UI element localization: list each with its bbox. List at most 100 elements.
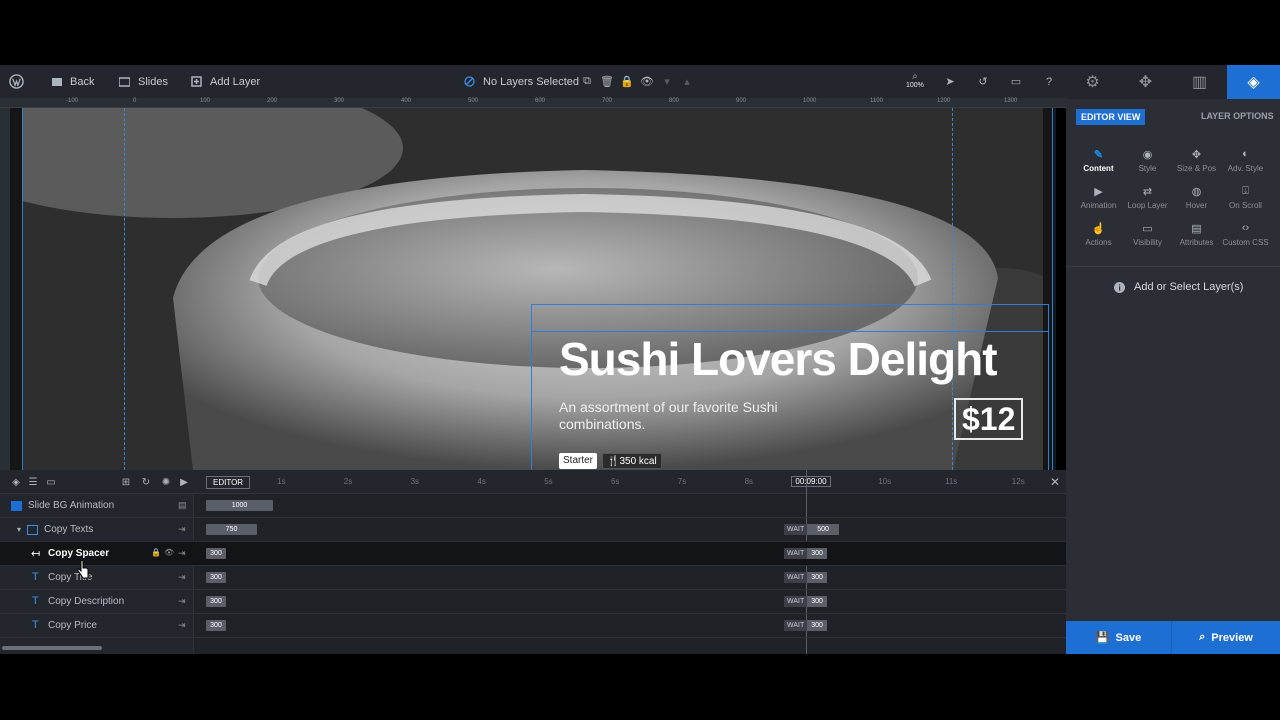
row-name: Slide BG Animation (28, 500, 115, 511)
desktop-icon[interactable]: ▭ (1007, 65, 1025, 98)
option-style[interactable]: ◉ Style (1121, 148, 1174, 184)
start-bar[interactable]: 300 (206, 572, 226, 583)
option-hover[interactable]: ◍ Hover (1170, 185, 1223, 221)
back-button[interactable]: Back (52, 65, 94, 98)
slides-icon: ▥ (1191, 74, 1208, 91)
back-label: Back (70, 75, 95, 88)
timeline-row[interactable]: T Copy Title ⇥ 300 WAIT 300 (0, 566, 1066, 590)
editor-view-badge[interactable]: EDITOR VIEW (1076, 109, 1146, 125)
duplicate-icon[interactable]: ⧉ (578, 65, 596, 98)
arrow-down-icon[interactable]: ▾ (658, 65, 676, 98)
align-icon[interactable]: ⇥ (178, 524, 186, 535)
option-loop-layer[interactable]: ⇄ Loop Layer (1121, 185, 1174, 221)
lock-icon[interactable]: 🔒 (618, 65, 636, 98)
sidebar-tabs: ⚙ ✥ ▥ ◈ (1066, 65, 1280, 99)
align-icon[interactable]: ⇥ (178, 572, 186, 583)
timeline-row[interactable]: ↤ Copy Spacer 🔒 👁 ⇥ 300 WAIT 300 (0, 542, 1066, 566)
wait-bar[interactable]: WAIT 300 (784, 596, 827, 607)
timeline-row[interactable]: ▾ Copy Texts ⇥ 750 WAIT 500 (0, 518, 1066, 542)
search-icon: ⌕ (912, 71, 918, 82)
save-button[interactable]: 💾 Save (1066, 621, 1172, 654)
ruler-tick-label: -100 (66, 98, 79, 104)
zoom-level: 100% (906, 82, 924, 89)
collapse-icon[interactable]: ▾ (17, 525, 21, 534)
folder-icon[interactable]: ▭ (42, 470, 60, 494)
wait-bar[interactable]: WAIT 500 (784, 524, 839, 535)
align-icon[interactable]: ⇥ (178, 620, 186, 631)
tag-starter[interactable]: Starter (559, 453, 598, 469)
ruler-tick-label: 400 (401, 98, 412, 104)
timeline-row[interactable]: Slide BG Animation ▤ 1000 (0, 494, 1066, 518)
slides-button[interactable]: Slides (119, 65, 168, 98)
slide-settings-icon[interactable]: ▤ (178, 500, 187, 511)
start-bar[interactable]: 1000 (206, 500, 273, 511)
align-icon[interactable]: ⇥ (178, 596, 186, 607)
slide-title[interactable]: Sushi Lovers Delight (559, 332, 998, 386)
play-icon[interactable]: ▶ (175, 470, 193, 494)
editor-label[interactable]: EDITOR (206, 476, 251, 489)
tag-kcal[interactable]: 🍴350 kcal (602, 453, 662, 469)
tab-slides[interactable]: ▥ (1173, 65, 1226, 99)
option-content[interactable]: ✎ Content (1072, 148, 1125, 184)
wordpress-icon[interactable] (7, 65, 25, 98)
cursor-icon[interactable]: ➤ (941, 65, 959, 98)
option-size-pos[interactable]: ✥ Size & Pos (1170, 148, 1223, 184)
timeline-tick-label: 1s (277, 477, 286, 486)
option-adv-style[interactable]: ◐ Adv. Style (1219, 148, 1272, 184)
option-custom-css[interactable]: ‹› Custom CSS (1219, 222, 1272, 258)
ruler-tick-label: 1300 (1004, 98, 1018, 104)
list-icon[interactable]: ☰ (24, 470, 42, 494)
help-icon[interactable]: ? (1040, 65, 1058, 98)
start-bar[interactable]: 300 (206, 620, 226, 631)
add-layer-icon (191, 76, 202, 87)
timeline-tick-label: 7s (677, 477, 687, 486)
timeline-tick-label: 6s (611, 477, 620, 486)
text-icon: T (32, 619, 39, 631)
tab-layers[interactable]: ◈ (1227, 65, 1280, 99)
wait-bar[interactable]: WAIT 300 (784, 572, 827, 583)
option-actions[interactable]: ☝ Actions (1072, 222, 1125, 258)
timeline-tick-label: 5s (544, 477, 553, 486)
delete-icon[interactable]: 🗑 (598, 65, 616, 98)
visibility-icon[interactable]: 👁 (638, 65, 656, 98)
ruler-tick-label: 200 (267, 98, 278, 104)
grid-icon (52, 77, 62, 86)
speed-icon[interactable]: ✺ (157, 470, 175, 494)
timeline-tick-label: 00:09:00 (791, 476, 831, 487)
navigation-icon: ✥ (1138, 74, 1153, 91)
wait-bar[interactable]: WAIT 300 (784, 620, 827, 631)
slide-price[interactable]: $12 (954, 398, 1024, 440)
slide-description[interactable]: An assortment of our favorite Sushi comb… (559, 399, 809, 433)
ruler-tick-label: 300 (334, 98, 345, 104)
text-icon: T (32, 595, 39, 607)
zoom-control[interactable]: ⌕ 100% (906, 71, 924, 95)
layers-icon[interactable]: ◈ (7, 470, 25, 494)
timeline-scrollbar[interactable] (2, 646, 102, 650)
timeline-row[interactable]: T Copy Description ⇥ 300 WAIT 300 (0, 590, 1066, 614)
add-layer-button[interactable]: Add Layer (191, 65, 260, 98)
undo-icon[interactable]: ↺ (974, 65, 992, 98)
copy-spacer-layer[interactable] (531, 304, 1049, 332)
tab-navigation[interactable]: ✥ (1119, 65, 1172, 99)
timeline-tick-label: 12s (1011, 477, 1025, 486)
option-visibility[interactable]: ▭ Visibility (1121, 222, 1174, 258)
align-icon[interactable]: ⇥ (178, 548, 186, 559)
loop-icon[interactable]: ↻ (137, 470, 155, 494)
hand-icon: ☝ (1091, 223, 1106, 235)
grid-view-icon[interactable]: ⊞ (117, 470, 135, 494)
option-attributes[interactable]: ▤ Attributes (1170, 222, 1223, 258)
arrow-up-icon[interactable]: ▴ (678, 65, 696, 98)
close-icon[interactable]: ✕ (1046, 470, 1064, 494)
start-bar[interactable]: 300 (206, 548, 226, 559)
visibility-icon[interactable]: 👁 (164, 548, 174, 557)
canvas-boundary-left (22, 108, 23, 470)
tab-settings[interactable]: ⚙ (1066, 65, 1119, 99)
timeline-row[interactable]: T Copy Price ⇥ 300 WAIT 300 (0, 614, 1066, 638)
option-animation[interactable]: ▶ Animation (1072, 185, 1125, 221)
wait-bar[interactable]: WAIT 300 (784, 548, 827, 559)
lock-icon[interactable]: 🔒 (151, 548, 161, 557)
option-on-scroll[interactable]: ⍗ On Scroll (1219, 185, 1272, 221)
preview-button[interactable]: ⌕ Preview (1172, 621, 1280, 654)
start-bar[interactable]: 300 (206, 596, 226, 607)
start-bar[interactable]: 750 (206, 524, 257, 535)
